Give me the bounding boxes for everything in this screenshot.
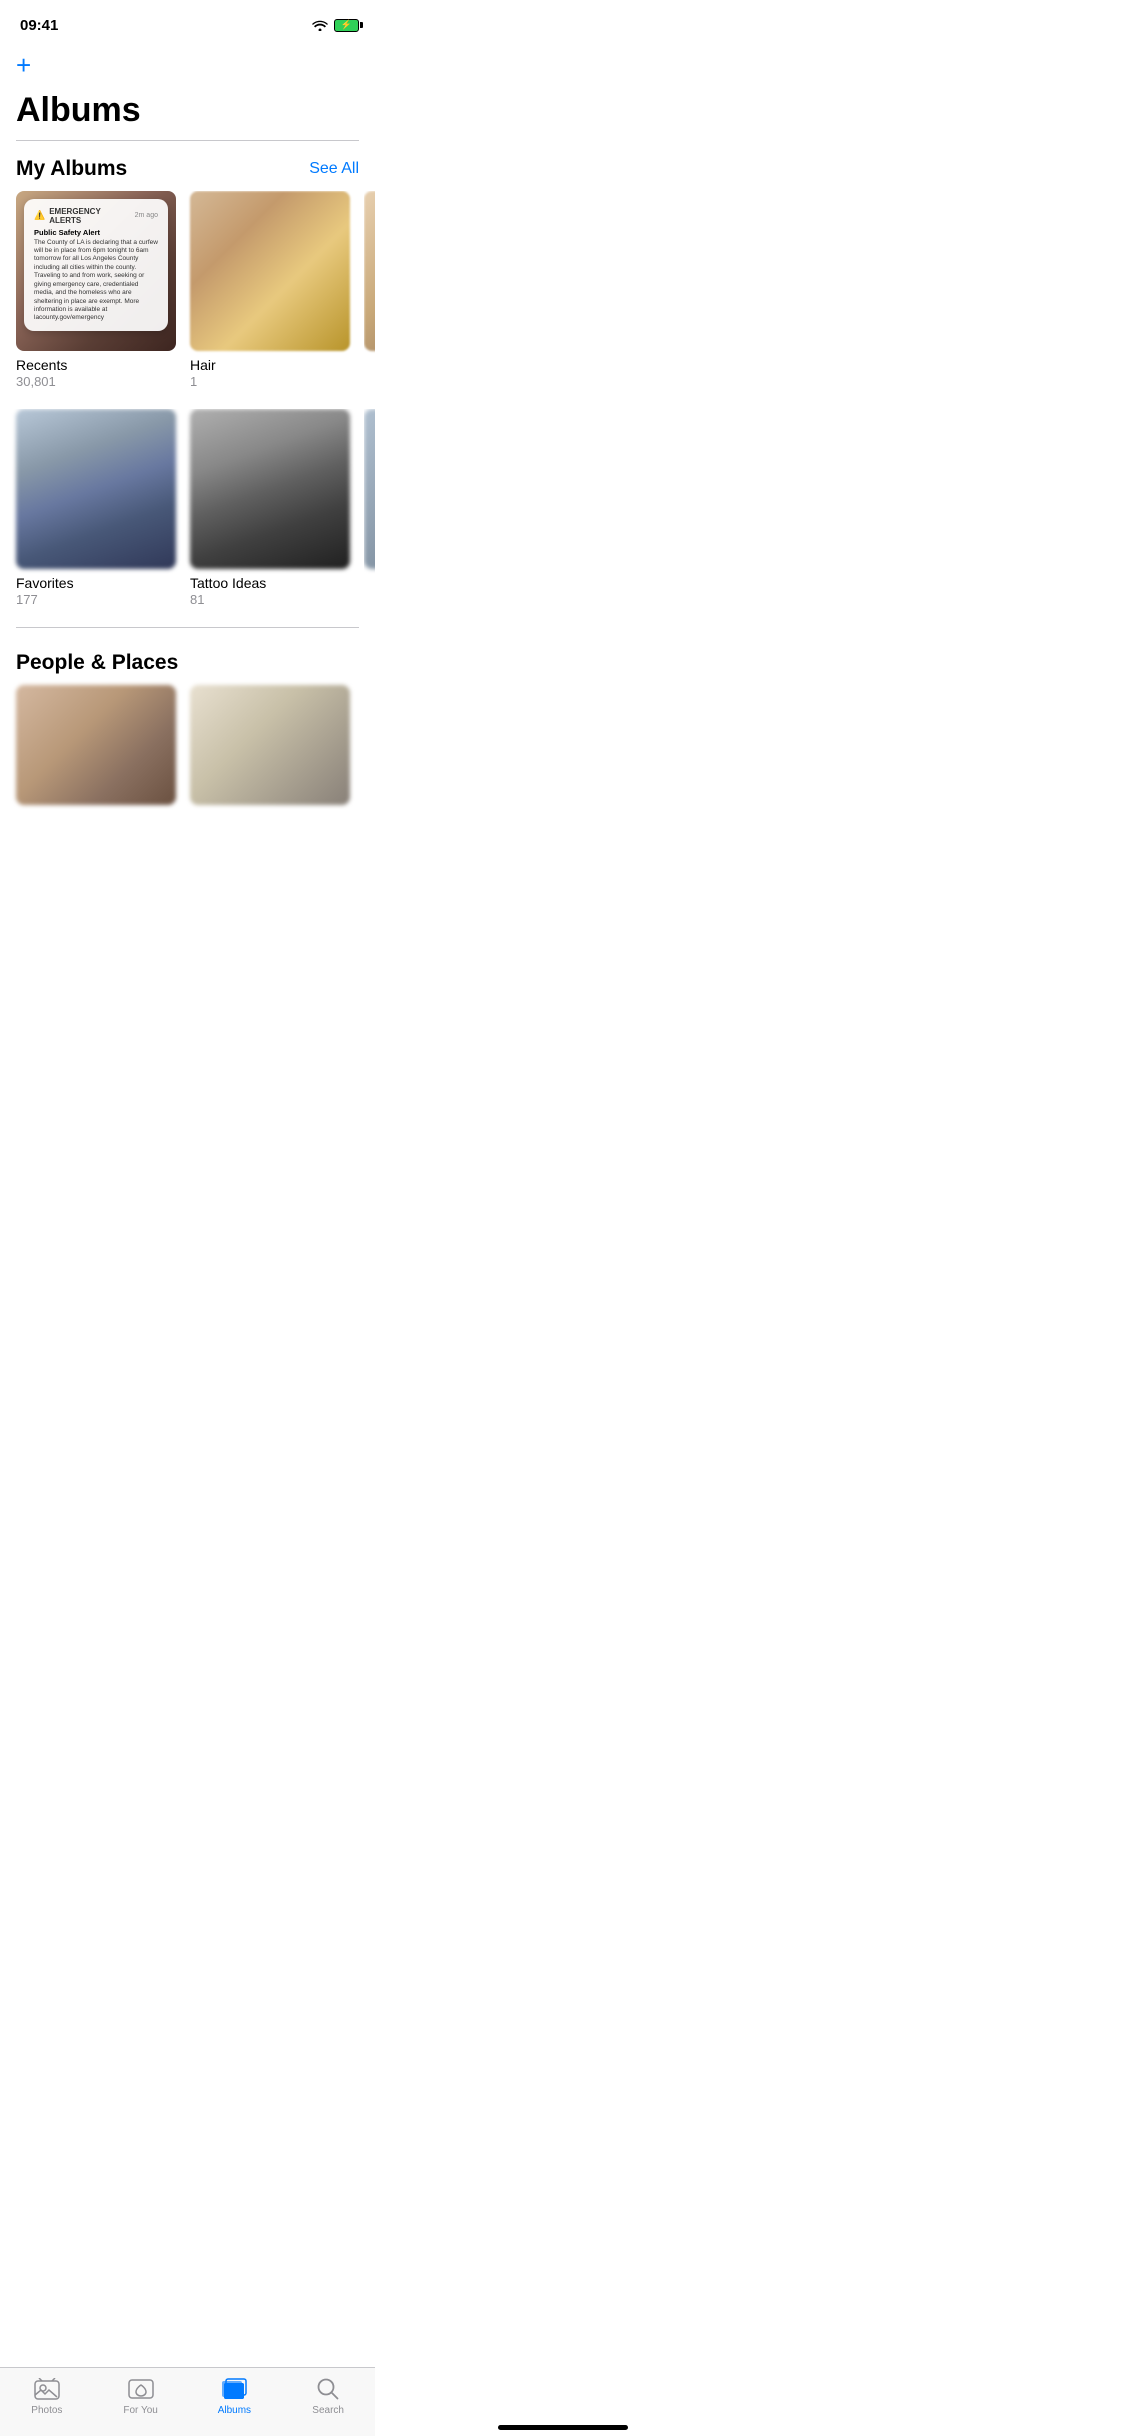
wifi-icon [312, 19, 328, 31]
album-partial-t[interactable] [364, 191, 375, 389]
emergency-header: ⚠️ EMERGENCY ALERTS 2m ago [34, 207, 158, 225]
tab-search[interactable]: Search [298, 2376, 358, 2416]
album-thumb-partial-w [364, 409, 375, 569]
album-favorites[interactable]: Favorites 177 [16, 409, 176, 607]
my-albums-title: My Albums [16, 157, 127, 181]
people-places-title: People & Places [16, 651, 178, 675]
battery-charging-icon: ⚡ [341, 20, 352, 31]
tab-photos[interactable]: Photos [17, 2376, 77, 2416]
album-count-recents: 30,801 [16, 374, 176, 389]
album-name-hair: Hair [190, 357, 350, 373]
album-thumb-favorites [16, 409, 176, 569]
tab-photos-label: Photos [31, 2405, 62, 2416]
tab-search-label: Search [312, 2405, 344, 2416]
emergency-overlay: ⚠️ EMERGENCY ALERTS 2m ago Public Safety… [24, 199, 168, 331]
album-count-tattoo: 81 [190, 592, 350, 607]
emergency-title: EMERGENCY ALERTS [49, 207, 130, 225]
people-thumb-2[interactable] [190, 685, 350, 805]
people-thumbs [0, 685, 375, 805]
people-thumb-1[interactable] [16, 685, 176, 805]
tab-albums-label: Albums [218, 2405, 251, 2416]
people-places-section: People & Places [0, 635, 375, 805]
albums-row-1: ⚠️ EMERGENCY ALERTS 2m ago Public Safety… [0, 191, 375, 389]
tab-for-you-label: For You [123, 2405, 157, 2416]
status-bar: 09:41 ⚡ [0, 0, 375, 44]
my-albums-header: My Albums See All [0, 141, 375, 191]
header-area: + [0, 44, 375, 83]
section-divider-middle [16, 627, 359, 628]
album-name-favorites: Favorites [16, 575, 176, 591]
album-thumb-hair [190, 191, 350, 351]
album-partial-w[interactable] [364, 409, 375, 607]
album-recents[interactable]: ⚠️ EMERGENCY ALERTS 2m ago Public Safety… [16, 191, 176, 389]
tab-bar: Photos For You Albums [0, 2367, 375, 2436]
tab-for-you[interactable]: For You [111, 2376, 171, 2416]
home-indicator [498, 2425, 628, 2430]
album-count-favorites: 177 [16, 592, 176, 607]
status-time: 09:41 [20, 17, 58, 34]
tab-albums[interactable]: Albums [204, 2376, 264, 2416]
battery-icon: ⚡ [334, 19, 359, 32]
photos-icon [34, 2376, 60, 2402]
emergency-alert-label: Public Safety Alert [34, 228, 158, 237]
status-icons: ⚡ [312, 19, 359, 32]
for-you-icon [128, 2376, 154, 2402]
people-places-header: People & Places [0, 635, 375, 685]
album-thumb-partial-t [364, 191, 375, 351]
album-hair[interactable]: Hair 1 [190, 191, 350, 389]
add-button[interactable]: + [16, 52, 31, 78]
album-thumb-tattoo [190, 409, 350, 569]
see-all-button[interactable]: See All [309, 160, 359, 178]
album-name-recents: Recents [16, 357, 176, 373]
album-count-hair: 1 [190, 374, 350, 389]
emergency-body: The County of LA is declaring that a cur… [34, 239, 158, 323]
album-tattoo[interactable]: Tattoo Ideas 81 [190, 409, 350, 607]
album-name-tattoo: Tattoo Ideas [190, 575, 350, 591]
albums-icon [221, 2376, 247, 2402]
search-icon [315, 2376, 341, 2402]
emergency-time: 2m ago [135, 212, 158, 219]
emergency-icon: ⚠️ [34, 210, 45, 221]
albums-row-2: Favorites 177 Tattoo Ideas 81 [0, 409, 375, 607]
page-title: Albums [0, 83, 375, 140]
album-thumb-recents: ⚠️ EMERGENCY ALERTS 2m ago Public Safety… [16, 191, 176, 351]
